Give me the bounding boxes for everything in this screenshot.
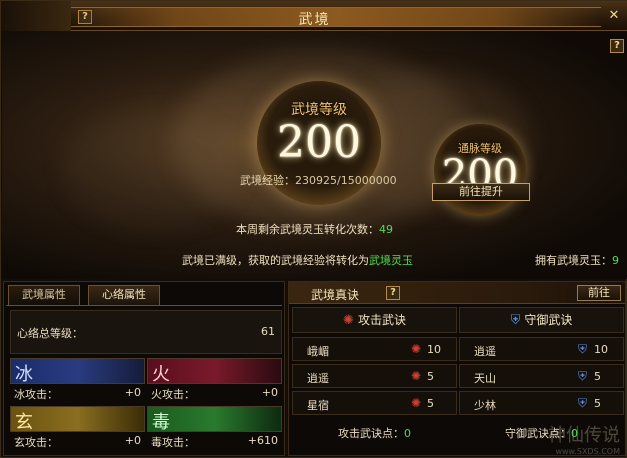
- mystic-attack: 玄 玄攻击： +0: [10, 406, 145, 449]
- attack-points-value: 0: [404, 427, 411, 440]
- maxed-notice: 武境已满级，获取的武境经验将转化为武境灵玉: [182, 252, 413, 268]
- defense-skills-title: 守御武诀: [524, 313, 573, 327]
- attack-skill-row[interactable]: 逍遥 ✺ 5: [292, 364, 457, 388]
- meridian-level-orb: 通脉等级 200: [434, 124, 526, 216]
- owned-jade-label: 拥有武境灵玉：: [535, 254, 612, 267]
- realm-stage: ? 武境等级 200 通脉等级 200 武境经验：230925/15000000…: [2, 31, 627, 279]
- shield-icon: ⛨: [578, 369, 588, 383]
- realm-exp: 武境经验：230925/15000000: [240, 172, 397, 188]
- attack-skill-row[interactable]: 峨嵋 ✺ 10: [292, 337, 457, 361]
- site-watermark-url: www.SXDS.COM: [555, 447, 620, 456]
- tab-meridian-attributes[interactable]: 心络属性: [88, 285, 160, 305]
- poison-attack-row: 毒攻击： +610: [147, 433, 282, 449]
- ice-glyph: 冰: [15, 364, 33, 385]
- attack-skill-level: 10: [427, 343, 441, 356]
- ice-attack-value: +0: [124, 386, 141, 399]
- meridian-total-value: 61: [261, 325, 275, 338]
- attack-skills-title: 攻击武诀: [357, 313, 406, 327]
- fire-attack: 火 火攻击： +0: [147, 358, 282, 401]
- meridian-total-level: 心络总等级： 61: [10, 310, 282, 354]
- fire-attack-row: 火攻击： +0: [147, 385, 282, 401]
- ice-attack: 冰 冰攻击： +0: [10, 358, 145, 401]
- defense-skill-name: 天山: [474, 372, 496, 385]
- attack-points-label: 攻击武诀点：: [338, 427, 404, 440]
- maxed-notice-item: 武境灵玉: [369, 254, 413, 267]
- attack-skill-name: 峨嵋: [307, 345, 329, 358]
- maxed-notice-text: 武境已满级，获取的武境经验将转化为: [182, 254, 369, 267]
- defense-skill-row[interactable]: 少林 ⛨ 5: [459, 391, 624, 415]
- attributes-panel: 武境属性 心络属性 心络总等级： 61 冰 冰攻击： +0 火 火攻击： +0 玄 …: [3, 281, 285, 456]
- skills-header: 武境真诀 ? 前往: [289, 282, 625, 304]
- defense-skill-level: 5: [594, 370, 601, 383]
- defense-skill-name: 少林: [474, 399, 496, 412]
- flame-sigil-icon: ✺: [411, 369, 422, 383]
- attack-skill-row[interactable]: 星宿 ✺ 5: [292, 391, 457, 415]
- poison-attack-label: 毒攻击：: [151, 436, 195, 449]
- flame-sigil-icon: ✺: [411, 342, 422, 356]
- defense-skill-level: 10: [594, 343, 608, 356]
- mystic-attack-row: 玄攻击： +0: [10, 433, 145, 449]
- ice-attack-label: 冰攻击：: [14, 388, 58, 401]
- realm-exp-label: 武境经验：: [240, 174, 295, 187]
- poison-glyph: 毒: [152, 412, 170, 433]
- shield-icon: ⛨: [578, 396, 588, 410]
- poison-attack-value: +610: [247, 434, 278, 447]
- weekly-conversions-value: 49: [379, 223, 393, 236]
- mystic-banner: 玄: [10, 406, 145, 433]
- fire-attack-label: 火攻击：: [151, 388, 195, 401]
- poison-attack: 毒 毒攻击： +610: [147, 406, 282, 449]
- fire-attack-value: +0: [261, 386, 278, 399]
- attack-skills-column: ✺ 攻击武诀 峨嵋 ✺ 10 逍遥 ✺ 5 星宿 ✺ 5 攻击武诀点：0: [292, 307, 457, 453]
- shield-icon: ⛨: [510, 313, 521, 328]
- attack-points: 攻击武诀点：0: [292, 425, 457, 441]
- tab-divider: [6, 305, 282, 306]
- tab-realm-attributes[interactable]: 武境属性: [8, 285, 80, 305]
- realm-window: ? 武境 ✕ ? 武境等级 200 通脉等级 200 武境经验：230925/1…: [0, 0, 627, 458]
- goto-upgrade-button[interactable]: 前往提升: [432, 183, 530, 201]
- attack-skills-header: ✺ 攻击武诀: [292, 307, 457, 333]
- ice-attack-row: 冰攻击： +0: [10, 385, 145, 401]
- mystic-attack-value: +0: [124, 434, 141, 447]
- shield-icon: ⛨: [578, 342, 588, 356]
- weekly-conversions: 本周剩余武境灵玉转化次数：49: [2, 221, 627, 237]
- site-watermark: 神仙传说: [548, 425, 620, 446]
- poison-banner: 毒: [147, 406, 282, 433]
- attack-skill-level: 5: [427, 397, 434, 410]
- flame-sigil-icon: ✺: [411, 396, 422, 410]
- defense-skill-row[interactable]: 天山 ⛨ 5: [459, 364, 624, 388]
- defense-skill-row[interactable]: 逍遥 ⛨ 10: [459, 337, 624, 361]
- mystic-glyph: 玄: [15, 412, 33, 433]
- meridian-total-label: 心络总等级：: [17, 327, 83, 340]
- defense-skills-header: ⛨ 守御武诀: [459, 307, 624, 333]
- fire-glyph: 火: [152, 364, 170, 385]
- mystic-attack-label: 玄攻击：: [14, 436, 58, 449]
- ice-banner: 冰: [10, 358, 145, 385]
- skills-help-button[interactable]: ?: [386, 286, 400, 300]
- attack-skill-name: 逍遥: [307, 372, 329, 385]
- defense-skill-level: 5: [594, 397, 601, 410]
- realm-exp-value: 230925/15000000: [295, 174, 397, 187]
- skills-goto-button[interactable]: 前往: [577, 285, 621, 301]
- weekly-conversions-label: 本周剩余武境灵玉转化次数：: [236, 223, 379, 236]
- window-title: 武境: [298, 12, 331, 28]
- fire-banner: 火: [147, 358, 282, 385]
- skills-title: 武境真诀: [311, 288, 360, 302]
- close-icon[interactable]: ✕: [606, 9, 622, 23]
- attack-skill-name: 星宿: [307, 399, 329, 412]
- owned-jade: 拥有武境灵玉：9: [535, 252, 619, 268]
- owned-jade-value: 9: [612, 254, 619, 267]
- stage-help-button[interactable]: ?: [610, 39, 624, 53]
- realm-level-value: 200: [277, 117, 361, 168]
- defense-skill-name: 逍遥: [474, 345, 496, 358]
- realm-level-label: 武境等级: [291, 102, 347, 118]
- flame-sigil-icon: ✺: [343, 313, 354, 328]
- title-bar: ? 武境 ✕: [1, 1, 627, 31]
- smoke-effect: [62, 111, 242, 231]
- attack-skill-level: 5: [427, 370, 434, 383]
